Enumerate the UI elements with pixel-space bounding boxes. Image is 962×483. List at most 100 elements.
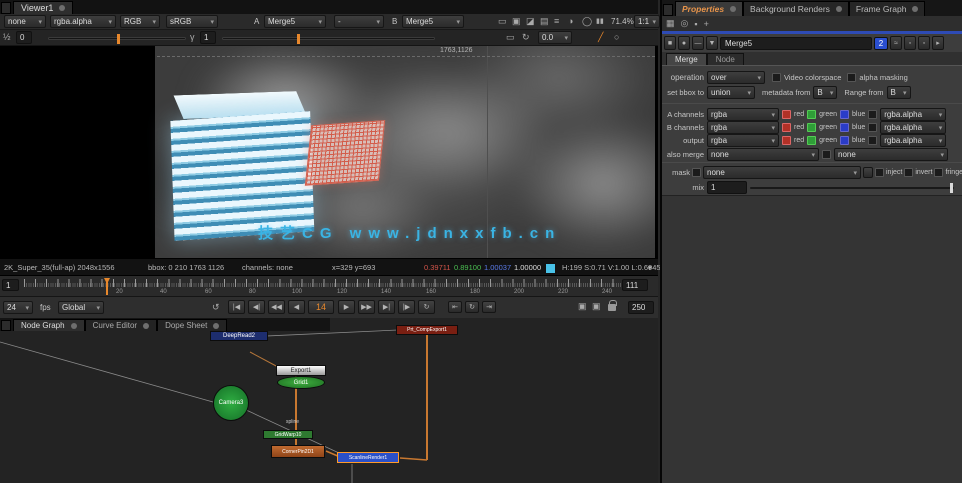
- node-grid[interactable]: Grid1: [277, 376, 325, 389]
- frame-loop-button[interactable]: ↻: [465, 301, 479, 313]
- goto-start-button[interactable]: |◀: [228, 300, 245, 314]
- full-frame-icon[interactable]: ▭: [498, 16, 507, 27]
- gamma-value[interactable]: 1: [200, 31, 216, 44]
- global-end-field[interactable]: 250: [628, 301, 654, 314]
- sample-icon[interactable]: ○: [614, 32, 619, 42]
- step-forward-button[interactable]: ▶: [338, 300, 355, 314]
- range-mode-dropdown[interactable]: Global: [58, 301, 104, 314]
- gain-slider[interactable]: [48, 37, 186, 40]
- output-green-checkbox[interactable]: [807, 136, 816, 145]
- metadata-dropdown[interactable]: B: [813, 86, 837, 99]
- output-red-checkbox[interactable]: [782, 136, 791, 145]
- mask-overlay-icon[interactable]: ◪: [526, 16, 535, 27]
- b-blue-checkbox[interactable]: [840, 123, 849, 132]
- tab-properties[interactable]: Properties: [675, 1, 743, 16]
- output-alpha-checkbox[interactable]: [868, 136, 877, 145]
- node-color-button[interactable]: ■: [664, 36, 676, 50]
- layer-dropdown[interactable]: none: [4, 15, 46, 28]
- node-center-button[interactable]: ●: [678, 36, 690, 50]
- goto-end-button[interactable]: |▶: [398, 300, 415, 314]
- gain-icon[interactable]: ½: [3, 32, 11, 42]
- loop-icon[interactable]: ↺: [212, 302, 220, 313]
- frame-inc-button[interactable]: ⇥: [482, 301, 496, 313]
- monitor-out-icon[interactable]: ▤: [540, 16, 549, 27]
- pane-menu-icon[interactable]: [1, 2, 11, 14]
- a-green-checkbox[interactable]: [807, 110, 816, 119]
- viewer-canvas[interactable]: 1763,1126 技艺CG www.jdnxxfb.cn: [0, 46, 658, 258]
- display-channels-dropdown[interactable]: RGB: [120, 15, 160, 28]
- close-icon[interactable]: [836, 6, 842, 12]
- invert-checkbox[interactable]: [904, 168, 913, 177]
- panel-grid-icon[interactable]: ▦: [666, 18, 675, 29]
- close-icon[interactable]: [213, 323, 219, 329]
- operation-dropdown[interactable]: over: [707, 71, 765, 84]
- node-gridwarp[interactable]: GridWarp10: [263, 430, 313, 439]
- prev-keyframe-button[interactable]: ◀|: [248, 300, 265, 314]
- tab-curve-editor[interactable]: Curve Editor: [85, 319, 157, 331]
- bbox-dropdown[interactable]: union: [707, 86, 755, 99]
- tab-node-graph[interactable]: Node Graph: [13, 319, 85, 331]
- a-alpha-dropdown[interactable]: rgba.alpha: [880, 108, 946, 121]
- close-icon[interactable]: [71, 323, 77, 329]
- next-keyframe-button[interactable]: ▶|: [378, 300, 395, 314]
- tab-merge[interactable]: Merge: [666, 53, 707, 65]
- pause-icon[interactable]: ▮▮: [596, 17, 604, 25]
- node-scanline-selected[interactable]: ScanlineRender1: [337, 452, 399, 463]
- input-process-dropdown[interactable]: 0.0: [538, 31, 572, 44]
- mask-channel-dropdown[interactable]: none: [703, 166, 861, 179]
- help-button[interactable]: ▸: [932, 36, 944, 50]
- a-red-checkbox[interactable]: [782, 110, 791, 119]
- fit-icon[interactable]: ▣: [592, 301, 601, 312]
- a-alpha-checkbox[interactable]: [868, 110, 877, 119]
- proxy-icon[interactable]: ▣: [512, 16, 521, 27]
- panel-add-icon[interactable]: +: [704, 19, 709, 29]
- a-blue-checkbox[interactable]: [840, 110, 849, 119]
- node-write[interactable]: Prt_CompExport1: [396, 325, 458, 335]
- wipe-mode-dropdown[interactable]: -: [334, 15, 384, 28]
- refresh-icon[interactable]: ◑: [568, 16, 573, 26]
- alpha-masking-checkbox[interactable]: [847, 73, 856, 82]
- revert-button[interactable]: ▫: [918, 36, 930, 50]
- b-input-dropdown[interactable]: Merge5: [402, 15, 464, 28]
- mask-source-button[interactable]: [863, 167, 873, 178]
- play-backward-button[interactable]: ◀◀: [268, 300, 285, 314]
- gamma-slider[interactable]: [222, 37, 435, 40]
- also-merge-dropdown[interactable]: none: [707, 148, 819, 161]
- expand-button[interactable]: ▼: [706, 36, 718, 50]
- node-camera[interactable]: Camera3: [213, 385, 249, 421]
- panel-dot-icon[interactable]: ▪: [694, 19, 697, 29]
- tab-frame-graph[interactable]: Frame Graph: [849, 1, 926, 16]
- node-graph-canvas[interactable]: DeepRead2 Prt_CompExport1 Export1 Grid1 …: [0, 318, 658, 483]
- update-icon[interactable]: ↻: [522, 32, 530, 43]
- mix-slider[interactable]: [750, 187, 954, 189]
- b-green-checkbox[interactable]: [807, 123, 816, 132]
- gamma-icon[interactable]: γ: [190, 32, 195, 42]
- tab-node[interactable]: Node: [707, 53, 744, 65]
- pane-menu-icon[interactable]: [663, 4, 673, 16]
- video-colorspace-checkbox[interactable]: [772, 73, 781, 82]
- mask-enable-checkbox[interactable]: [692, 168, 701, 177]
- range-start-field[interactable]: 1: [2, 279, 19, 291]
- a-input-dropdown[interactable]: Merge5: [264, 15, 326, 28]
- lock-range-icon[interactable]: [608, 304, 616, 311]
- playhead[interactable]: [104, 278, 110, 294]
- step-back-button[interactable]: ◀: [288, 300, 305, 314]
- range-end-field[interactable]: 111: [622, 279, 648, 291]
- pane-menu-icon[interactable]: [1, 320, 11, 331]
- tab-viewer1[interactable]: Viewer1: [13, 1, 73, 14]
- info-expand-icon[interactable]: ▾: [648, 263, 652, 272]
- clock-icon[interactable]: ◯: [582, 16, 592, 27]
- b-red-checkbox[interactable]: [782, 123, 791, 132]
- a-channels-dropdown[interactable]: rgba: [707, 108, 779, 121]
- node-export[interactable]: Export1: [276, 365, 326, 376]
- also-merge-dropdown-2[interactable]: none: [834, 148, 948, 161]
- tab-dope-sheet[interactable]: Dope Sheet: [157, 319, 227, 331]
- b-alpha-dropdown[interactable]: rgba.alpha: [880, 121, 946, 134]
- frame-dec-button[interactable]: ⇤: [448, 301, 462, 313]
- timeline-ruler[interactable]: 1 20 40 60 80 100 120 140 160 180 200 22…: [0, 275, 658, 296]
- mix-value-field[interactable]: 1: [707, 181, 747, 194]
- curves-button[interactable]: ≈: [890, 36, 902, 50]
- alpha-layer-dropdown[interactable]: rgba.alpha: [50, 15, 116, 28]
- inputs-badge[interactable]: 2: [874, 37, 888, 50]
- viewer-colorspace-dropdown[interactable]: sRGB: [166, 15, 218, 28]
